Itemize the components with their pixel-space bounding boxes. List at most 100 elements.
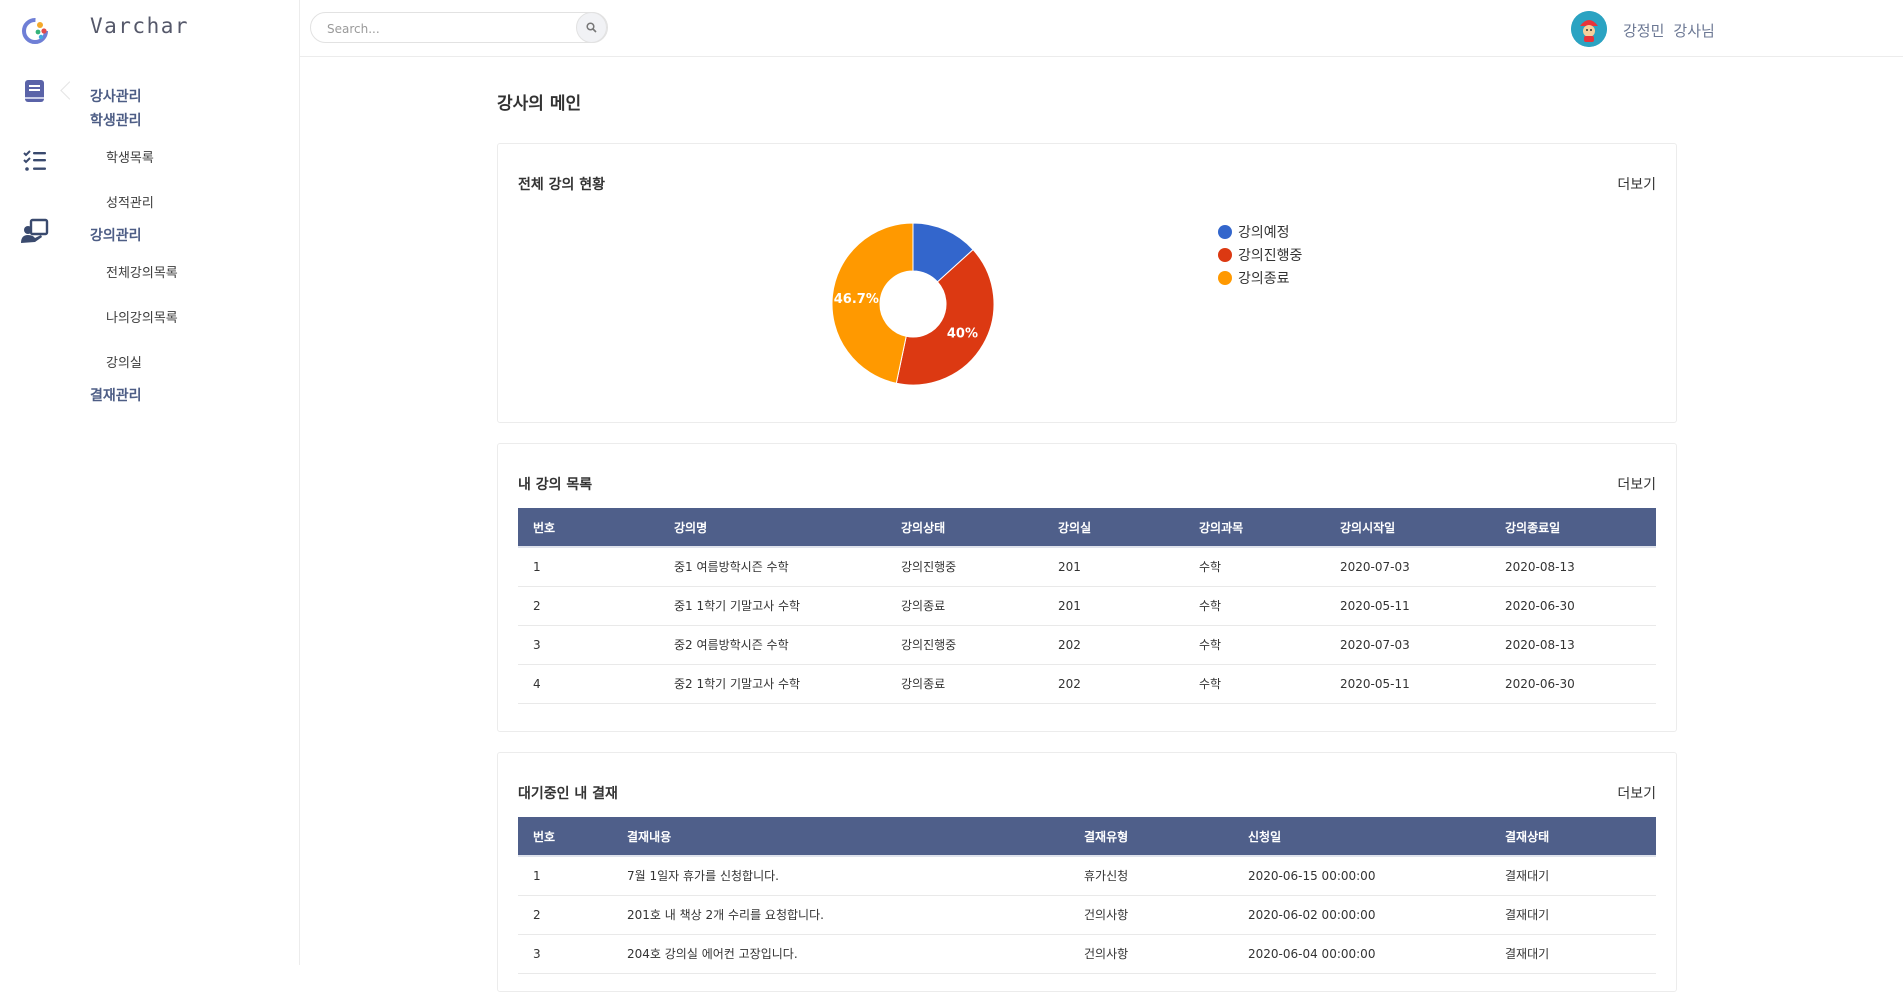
user-role: 강사님 <box>1673 22 1715 40</box>
legend-item-ended[interactable]: 강의종료 <box>1218 266 1302 289</box>
cell-approval-type: 건의사항 <box>1069 934 1233 974</box>
cell-request-date: 2020-06-04 00:00:00 <box>1233 934 1490 974</box>
table-row[interactable]: 4 중2 1학기 기말고사 수학 강의종료 202 수학 2020-05-11 … <box>518 664 1656 704</box>
data-label-ended: 46.7% <box>834 292 879 307</box>
col-header-lecture-name[interactable]: 강의명 <box>659 508 886 548</box>
legend-marker-ended <box>1218 270 1232 285</box>
cell-classroom: 202 <box>1043 664 1184 704</box>
menu-item-my-lectures[interactable]: 나의강의목록 <box>106 307 178 326</box>
cell-lecture-name: 중2 1학기 기말고사 수학 <box>659 664 886 704</box>
cell-start-date: 2020-07-03 <box>1325 625 1490 665</box>
my-lectures-title: 내 강의 목록 <box>518 477 593 493</box>
cell-no: 2 <box>518 586 659 626</box>
legend-item-in-progress[interactable]: 강의진행중 <box>1218 243 1302 266</box>
approvals-more-link[interactable]: 더보기 <box>1617 783 1656 803</box>
col-header-approval-content[interactable]: 결재내용 <box>612 817 1069 857</box>
cell-start-date: 2020-05-11 <box>1325 586 1490 626</box>
cell-lecture-status: 강의진행중 <box>886 625 1043 665</box>
cell-approval-type: 휴가신청 <box>1069 856 1233 896</box>
avatar[interactable] <box>1571 11 1607 47</box>
legend-item-scheduled[interactable]: 강의예정 <box>1218 220 1302 243</box>
cell-no: 1 <box>518 547 659 587</box>
col-header-no[interactable]: 번호 <box>518 508 659 548</box>
menu-group-instructor[interactable]: 강사관리 <box>90 86 142 106</box>
cell-no: 3 <box>518 625 659 665</box>
my-lectures-more-link[interactable]: 더보기 <box>1617 474 1656 494</box>
cell-approval-status: 결재대기 <box>1490 934 1656 974</box>
search-icon <box>586 22 597 33</box>
legend-label-ended: 강의종료 <box>1238 270 1290 287</box>
cell-no: 1 <box>518 856 612 896</box>
book-icon[interactable] <box>21 77 49 105</box>
col-header-request-date[interactable]: 신청일 <box>1233 817 1490 857</box>
menu-group-lecture[interactable]: 강의관리 <box>90 225 142 245</box>
brand-name: Varchar <box>90 14 190 38</box>
legend-label-scheduled: 강의예정 <box>1238 224 1290 241</box>
teacher-icon[interactable] <box>21 217 49 245</box>
legend-label-in-progress: 강의진행중 <box>1238 247 1303 264</box>
cell-end-date: 2020-06-30 <box>1490 664 1656 704</box>
cell-approval-content: 7월 1일자 휴가를 신청합니다. <box>612 856 1069 896</box>
cell-no: 3 <box>518 934 612 974</box>
col-header-approval-status[interactable]: 결재상태 <box>1490 817 1656 857</box>
logo-icon[interactable] <box>20 16 50 46</box>
cell-end-date: 2020-08-13 <box>1490 625 1656 665</box>
col-header-no[interactable]: 번호 <box>518 817 612 857</box>
search-input[interactable] <box>325 19 559 39</box>
user-display-name: 강정민 강사님 <box>1623 20 1715 41</box>
my-lectures-card: 내 강의 목록 더보기 번호 강의명 강의상태 강의실 강의과목 강의시작일 강… <box>497 443 1677 732</box>
cell-subject: 수학 <box>1184 625 1325 665</box>
cell-end-date: 2020-06-30 <box>1490 586 1656 626</box>
sub-menu-panel: Varchar 강사관리 학생관리 학생목록 성적관리 강의관리 전체강의목록 … <box>70 0 300 965</box>
table-header-row: 번호 결재내용 결재유형 신청일 결재상태 <box>518 817 1656 857</box>
checklist-icon[interactable] <box>21 147 49 175</box>
user-name: 강정민 <box>1623 22 1665 40</box>
cell-approval-content: 201호 내 책상 2개 수리를 요청합니다. <box>612 895 1069 935</box>
overview-more-link[interactable]: 더보기 <box>1617 174 1656 194</box>
avatar-image <box>1571 11 1607 47</box>
menu-group-student[interactable]: 학생관리 <box>90 110 142 130</box>
table-row[interactable]: 2 중1 1학기 기말고사 수학 강의종료 201 수학 2020-05-11 … <box>518 586 1656 626</box>
cell-lecture-name: 중2 여름방학시즌 수학 <box>659 625 886 665</box>
cell-lecture-name: 중1 1학기 기말고사 수학 <box>659 586 886 626</box>
menu-group-approval[interactable]: 결재관리 <box>90 385 142 405</box>
icon-rail <box>0 0 79 965</box>
cell-subject: 수학 <box>1184 664 1325 704</box>
table-row[interactable]: 1 중1 여름방학시즌 수학 강의진행중 201 수학 2020-07-03 2… <box>518 547 1656 587</box>
cell-approval-type: 건의사항 <box>1069 895 1233 935</box>
lecture-overview-card: 전체 강의 현황 더보기 40% 46.7% 강의예정 강의진행중 강의종료 <box>497 143 1677 423</box>
page-title: 강사의 메인 <box>497 94 582 114</box>
col-header-subject[interactable]: 강의과목 <box>1184 508 1325 548</box>
table-row[interactable]: 3 중2 여름방학시즌 수학 강의진행중 202 수학 2020-07-03 2… <box>518 625 1656 665</box>
cell-approval-status: 결재대기 <box>1490 856 1656 896</box>
cell-classroom: 201 <box>1043 586 1184 626</box>
pending-approvals-card: 대기중인 내 결재 더보기 번호 결재내용 결재유형 신청일 결재상태 1 7월… <box>497 752 1677 992</box>
cell-end-date: 2020-08-13 <box>1490 547 1656 587</box>
table-row[interactable]: 2 201호 내 책상 2개 수리를 요청합니다. 건의사항 2020-06-0… <box>518 895 1656 935</box>
menu-item-student-list[interactable]: 학생목록 <box>106 147 154 166</box>
search-box <box>310 12 608 43</box>
menu-item-all-lectures[interactable]: 전체강의목록 <box>106 262 178 281</box>
cell-no: 2 <box>518 895 612 935</box>
cell-lecture-name: 중1 여름방학시즌 수학 <box>659 547 886 587</box>
menu-item-classroom[interactable]: 강의실 <box>106 352 142 371</box>
pending-approvals-table: 번호 결재내용 결재유형 신청일 결재상태 1 7월 1일자 휴가를 신청합니다… <box>518 817 1656 974</box>
table-row[interactable]: 3 204호 강의실 에어컨 고장입니다. 건의사항 2020-06-04 00… <box>518 934 1656 974</box>
search-button[interactable] <box>576 12 607 43</box>
data-label-in-progress: 40% <box>947 326 978 341</box>
col-header-classroom[interactable]: 강의실 <box>1043 508 1184 548</box>
col-header-lecture-status[interactable]: 강의상태 <box>886 508 1043 548</box>
menu-item-grades[interactable]: 성적관리 <box>106 192 154 211</box>
cell-start-date: 2020-05-11 <box>1325 664 1490 704</box>
cell-subject: 수학 <box>1184 586 1325 626</box>
col-header-start-date[interactable]: 강의시작일 <box>1325 508 1490 548</box>
col-header-end-date[interactable]: 강의종료일 <box>1490 508 1656 548</box>
cell-request-date: 2020-06-02 00:00:00 <box>1233 895 1490 935</box>
cell-lecture-status: 강의종료 <box>886 664 1043 704</box>
overview-title: 전체 강의 현황 <box>518 177 606 193</box>
cell-no: 4 <box>518 664 659 704</box>
col-header-approval-type[interactable]: 결재유형 <box>1069 817 1233 857</box>
table-row[interactable]: 1 7월 1일자 휴가를 신청합니다. 휴가신청 2020-06-15 00:0… <box>518 856 1656 896</box>
cell-classroom: 202 <box>1043 625 1184 665</box>
top-header: 강정민 강사님 <box>300 0 1903 57</box>
